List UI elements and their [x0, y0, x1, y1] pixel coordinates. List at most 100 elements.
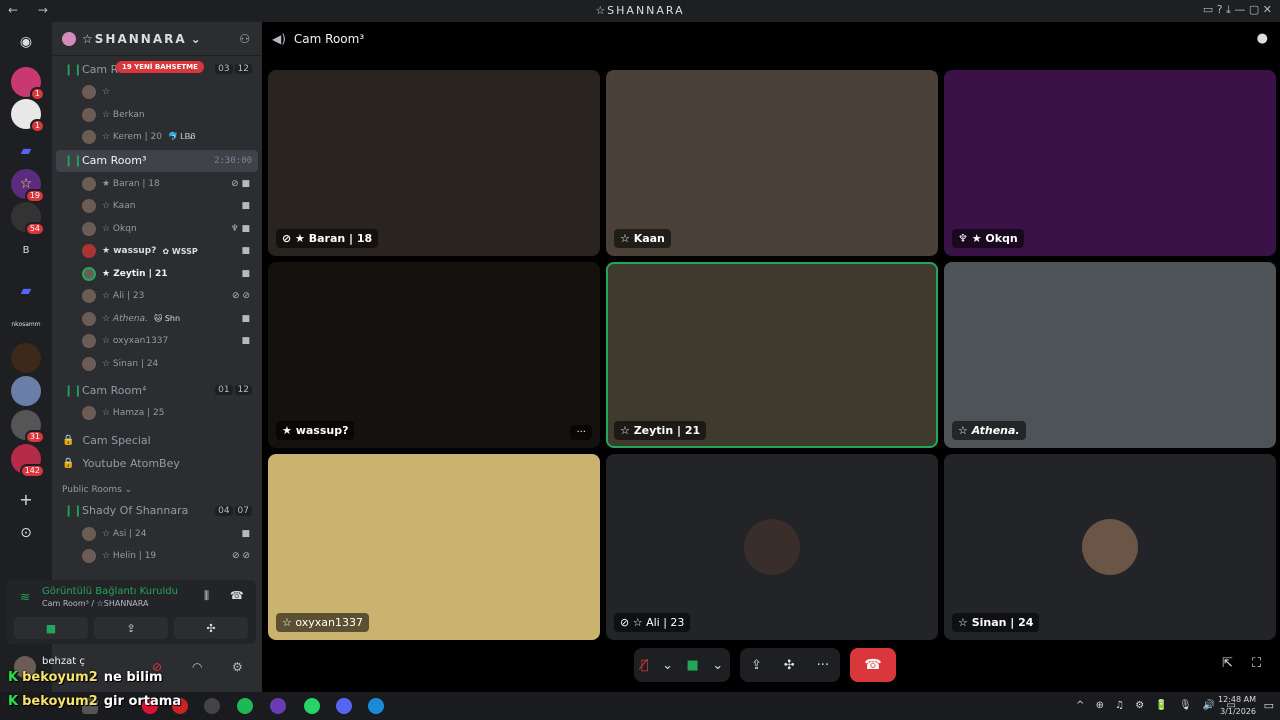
voice-user[interactable]: ☆ Hamza | 25: [52, 402, 262, 425]
locked-channel[interactable]: 🔒 Cam Special: [52, 429, 262, 452]
video-tile-zeytin[interactable]: ☆ Zeytin | 21: [606, 262, 938, 448]
folder-icon[interactable]: ▰: [11, 136, 41, 166]
add-member-icon[interactable]: ⚇: [239, 32, 252, 46]
voice-user[interactable]: ☆ Sinan | 24: [52, 353, 262, 376]
activity-icon[interactable]: ✣: [784, 658, 795, 673]
voice-user[interactable]: ☆ Helin | 19 ⊘ ⊘: [52, 545, 262, 568]
camera-icon[interactable]: ■: [687, 658, 699, 673]
star-server-icon[interactable]: ☆ 19: [11, 169, 45, 203]
folder-icon[interactable]: ▰: [11, 276, 41, 306]
voice-channel-cam-room3[interactable]: ❙❙ Cam Room³ 2:30:00: [56, 149, 258, 172]
user-name: behzat ç: [42, 656, 85, 667]
server-icon[interactable]: [11, 343, 41, 373]
voice-user[interactable]: ☆ Kaan ■: [52, 195, 262, 218]
spotify-icon[interactable]: [237, 698, 253, 714]
more-options-button[interactable]: ···: [570, 425, 592, 440]
user-name: ☆ Athena.: [102, 313, 148, 324]
video-tile-wassup[interactable]: ★ wassup? ···: [268, 262, 600, 448]
voice-user[interactable]: ☆ Asi | 24 ■: [52, 523, 262, 546]
video-tile-ali[interactable]: ⊘ ☆ Ali | 23: [606, 454, 938, 640]
mute-mic-icon[interactable]: 🎙̸: [641, 658, 649, 673]
camera-button[interactable]: ■: [14, 617, 88, 639]
settings-icon[interactable]: ⚙: [232, 660, 243, 674]
server-icon[interactable]: [11, 376, 41, 406]
video-tile-oxyxan[interactable]: ☆ oxyxan1337: [268, 454, 600, 640]
system-tray[interactable]: ^ ⊕ ♫ ⚙ 🔋 🎙 🔊 ▭: [1076, 700, 1240, 711]
channel-name: Cam Room⁴: [82, 383, 147, 397]
connection-location[interactable]: Cam Room³ / ☆SHANNARA: [42, 599, 148, 608]
voice-user[interactable]: ☆ Berkan: [52, 104, 262, 127]
video-tile-baran[interactable]: ⊘ ★ Baran | 18: [268, 70, 600, 256]
screenshare-button[interactable]: ⇪: [94, 617, 168, 639]
voice-user[interactable]: ☆ Athena. 🐱 Shn ■: [52, 308, 262, 331]
server-header[interactable]: ☆SHANNARA ⌄ ⚇: [52, 22, 262, 56]
user-name: ☆ Hamza | 25: [102, 408, 165, 419]
discord-taskbar-icon[interactable]: [336, 698, 352, 714]
tile-label: ⊘ ☆ Ali | 23: [614, 613, 691, 632]
server-icon[interactable]: 1: [11, 67, 45, 101]
window-controls[interactable]: ▭ ? ⤓ — ▢ ✕: [1203, 3, 1272, 17]
end-call-button[interactable]: ☎: [850, 648, 896, 682]
headphones-icon[interactable]: ◠: [192, 660, 202, 674]
voice-channel-shady[interactable]: ❙❙ Shady Of Shannara 04 07: [56, 500, 258, 522]
voice-user[interactable]: ☆: [52, 81, 262, 104]
app-icon[interactable]: [204, 698, 220, 714]
chevron-down-icon[interactable]: ⌄: [712, 658, 723, 673]
user-name: ☆ Asi | 24: [102, 528, 147, 539]
connection-status[interactable]: Görüntülü Bağlantı Kuruldu: [42, 586, 178, 597]
add-server-icon[interactable]: +: [11, 484, 41, 514]
app-icon[interactable]: [270, 698, 286, 714]
server-icon[interactable]: 31: [11, 410, 45, 444]
user-name: ☆ Okqn: [102, 223, 137, 234]
fullscreen-icon[interactable]: ⛶: [1252, 656, 1261, 671]
voice-channel-cam-r[interactable]: ❙❙ Cam R 19 YENİ BAHSETME 03 12: [56, 58, 258, 80]
chat-icon[interactable]: ●: [1257, 31, 1268, 46]
noise-suppression-icon[interactable]: ⫼: [204, 589, 209, 603]
popout-icon[interactable]: ⇱: [1222, 656, 1233, 671]
chevron-down-icon[interactable]: ⌄: [662, 658, 673, 673]
voice-user[interactable]: ☆ Okqn ♆ ■: [52, 218, 262, 241]
category-public-rooms[interactable]: Public Rooms ⌄: [52, 481, 262, 499]
screenshare-icon[interactable]: ⇪: [751, 658, 762, 673]
video-tile-okqn[interactable]: ♆ ★ Okqn: [944, 70, 1276, 256]
voice-user[interactable]: ☆ Kerem | 20 🐬 ᏞᏴᏰ: [52, 126, 262, 149]
whatsapp-icon[interactable]: [304, 698, 320, 714]
video-tile-sinan[interactable]: ☆ Sinan | 24: [944, 454, 1276, 640]
voice-user[interactable]: ★ Zeytin | 21 ■: [52, 263, 262, 286]
voice-user[interactable]: ★ Baran | 18 ⊘ ■: [52, 173, 262, 196]
mention-badge: 1: [29, 87, 45, 101]
discord-icon[interactable]: ◉: [11, 27, 41, 57]
video-tile-kaan[interactable]: ☆ Kaan: [606, 70, 938, 256]
video-stage: ◀) Cam Room³ ● ⊘ ★ Baran | 18 ☆ Kaan ♆ ★…: [262, 22, 1280, 692]
server-icon[interactable]: B: [11, 235, 41, 265]
channel-name: Youtube AtomBey: [82, 456, 180, 470]
clock[interactable]: 12:48 AM 3/1/2026: [1218, 694, 1256, 718]
voice-user[interactable]: ☆ oxyxan1337 ■: [52, 330, 262, 353]
server-icon[interactable]: 142: [11, 444, 45, 478]
user-tag: ✿ WSSP: [162, 246, 198, 256]
taskbar: ^ ⊕ ♫ ⚙ 🔋 🎙 🔊 ▭ 12:48 AM 3/1/2026 ▭: [0, 692, 1280, 720]
status-icons: ♆ ■: [230, 223, 250, 234]
disconnect-icon[interactable]: ☎: [230, 589, 244, 602]
chat-message: gir ortama: [103, 694, 182, 709]
server-icon[interactable]: 54: [11, 202, 45, 236]
mention-pill[interactable]: 19 YENİ BAHSETME: [116, 61, 204, 73]
edge-icon[interactable]: [368, 698, 384, 714]
voice-channel-cam-room4[interactable]: ❙❙ Cam Room⁴ 01 12: [56, 379, 258, 401]
activity-button[interactable]: ✣: [174, 617, 248, 639]
channel-name: Cam R: [82, 62, 119, 76]
voice-user[interactable]: ★ wassup? ✿ WSSP ■: [52, 240, 262, 263]
notification-icon[interactable]: ▭: [1264, 699, 1274, 712]
video-tile-athena[interactable]: ☆ Athena.: [944, 262, 1276, 448]
kick-icon: K: [8, 670, 19, 685]
server-icon[interactable]: 1: [11, 99, 45, 133]
status-icons: ⊘ ⊘: [232, 551, 250, 562]
voice-user[interactable]: ☆ Ali | 23 ⊘ ⊘: [52, 285, 262, 308]
locked-channel[interactable]: 🔒 Youtube AtomBey: [52, 452, 262, 475]
title-bar: ← → ☆SHANNARA ▭ ? ⤓ — ▢ ✕: [0, 0, 1280, 22]
explore-icon[interactable]: ⊙: [11, 518, 41, 548]
avatar: [82, 266, 96, 281]
avatar: [82, 221, 96, 236]
server-icon[interactable]: nkosamm: [11, 309, 41, 339]
more-icon[interactable]: ···: [817, 658, 829, 673]
